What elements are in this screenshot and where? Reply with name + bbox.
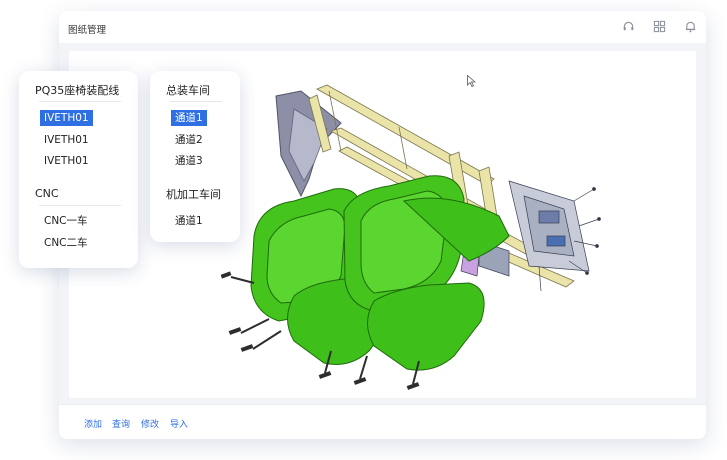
workshop-list-panel: 总装车间 通道1 通道2 通道3 机加工车间 通道1 [150, 71, 240, 242]
group-title-pq35: PQ35座椅装配线 [35, 84, 120, 97]
list-item-channel-1[interactable]: 通道1 [171, 110, 207, 126]
add-button[interactable]: 添加 [84, 417, 102, 430]
list-item-iveth01-1[interactable]: IVETH01 [40, 110, 93, 126]
title-bar: 图纸管理 [59, 11, 706, 43]
line-list-panel: PQ35座椅装配线 IVETH01 IVETH01 IVETH01 CNC CN… [19, 71, 138, 268]
list-item-machining-channel-1[interactable]: 通道1 [171, 213, 207, 229]
query-button[interactable]: 查询 [112, 417, 130, 430]
group-title-assembly: 总装车间 [166, 84, 210, 97]
list-item-channel-2[interactable]: 通道2 [171, 132, 207, 148]
group-title-cnc: CNC [35, 187, 59, 200]
list-item-iveth01-2[interactable]: IVETH01 [40, 132, 93, 148]
mouse-cursor-icon [467, 75, 476, 87]
window-title: 图纸管理 [68, 25, 107, 36]
group-title-machining: 机加工车间 [166, 188, 221, 201]
divider [39, 205, 121, 206]
headset-icon[interactable] [622, 20, 635, 33]
edit-button[interactable]: 修改 [141, 417, 159, 430]
divider [39, 101, 121, 102]
list-item-cnc-2[interactable]: CNC二车 [40, 235, 92, 251]
grid-icon[interactable] [653, 20, 666, 33]
list-item-channel-3[interactable]: 通道3 [171, 153, 207, 169]
import-button[interactable]: 导入 [170, 417, 188, 430]
divider [170, 101, 222, 102]
bell-icon[interactable] [684, 20, 697, 33]
footer-toolbar: 添加 查询 修改 导入 [59, 404, 706, 439]
list-item-cnc-1[interactable]: CNC一车 [40, 213, 92, 229]
list-item-iveth01-3[interactable]: IVETH01 [40, 153, 93, 169]
